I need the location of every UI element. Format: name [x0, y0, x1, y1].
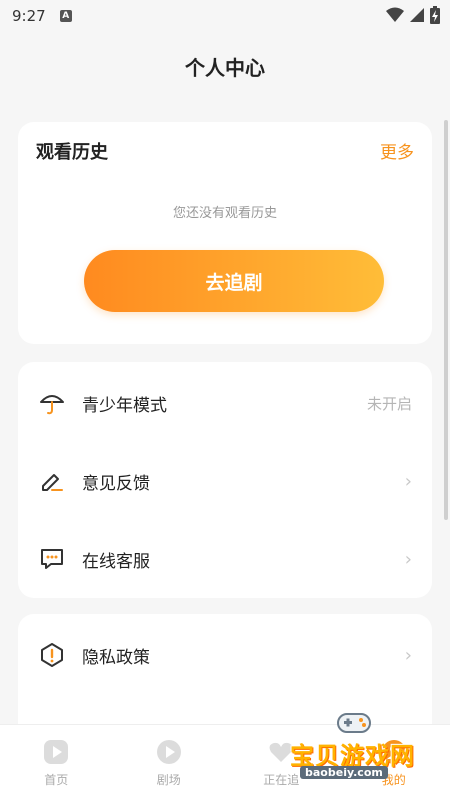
privacy-policy-label: 隐私政策: [82, 647, 150, 668]
chevron-right-icon: ›: [404, 644, 412, 666]
tab-theater[interactable]: 剧场: [113, 725, 226, 800]
chevron-right-icon: ›: [404, 470, 412, 492]
menu-item-privacy-policy[interactable]: 隐私政策 ›: [18, 616, 432, 694]
menu-item-teen-mode[interactable]: 青少年模式 未开启: [18, 364, 432, 442]
tab-home-label: 首页: [44, 773, 69, 787]
gamepad-icon: [337, 713, 371, 733]
chat-bubble-icon: [38, 545, 66, 573]
pencil-icon: [38, 467, 66, 495]
teen-mode-label: 青少年模式: [82, 395, 167, 416]
wifi-icon: [386, 7, 404, 22]
play-icon: [44, 740, 69, 764]
battery-icon: [430, 6, 440, 24]
play-icon: [156, 740, 181, 764]
chevron-right-icon: ›: [404, 548, 412, 570]
status-bar: 9:27 A: [0, 0, 450, 32]
signal-icon: [410, 8, 424, 22]
settings-card: 青少年模式 未开启 意见反馈 › 在线客服 ›: [18, 362, 432, 598]
umbrella-icon: [38, 389, 66, 417]
online-service-label: 在线客服: [82, 551, 150, 572]
tab-theater-label: 剧场: [156, 773, 181, 787]
watch-history-title: 观看历史: [36, 142, 108, 163]
status-icons: [386, 6, 440, 24]
tab-home[interactable]: 首页: [0, 725, 113, 800]
page-title: 个人中心: [185, 56, 265, 80]
feedback-label: 意见反馈: [82, 473, 150, 494]
empty-history-text: 您还没有观看历史: [172, 206, 277, 221]
watermark-domain: baobeiy.com: [300, 766, 388, 779]
go-watch-button[interactable]: 去追剧: [84, 250, 384, 312]
more-link[interactable]: 更多: [380, 138, 414, 163]
scrollbar[interactable]: [444, 120, 448, 520]
watermark-logo: 宝贝游戏网 baobeiy.com: [290, 706, 420, 782]
status-time: 9:27: [12, 7, 46, 25]
menu-item-online-service[interactable]: 在线客服 ›: [18, 520, 432, 598]
watch-history-card: 观看历史 更多 您还没有观看历史 去追剧: [18, 122, 432, 344]
exclamation-shield-icon: [38, 641, 66, 669]
teen-mode-status: 未开启: [366, 394, 412, 413]
menu-item-feedback[interactable]: 意见反馈 ›: [18, 442, 432, 520]
status-notification-icon: A: [59, 10, 72, 22]
